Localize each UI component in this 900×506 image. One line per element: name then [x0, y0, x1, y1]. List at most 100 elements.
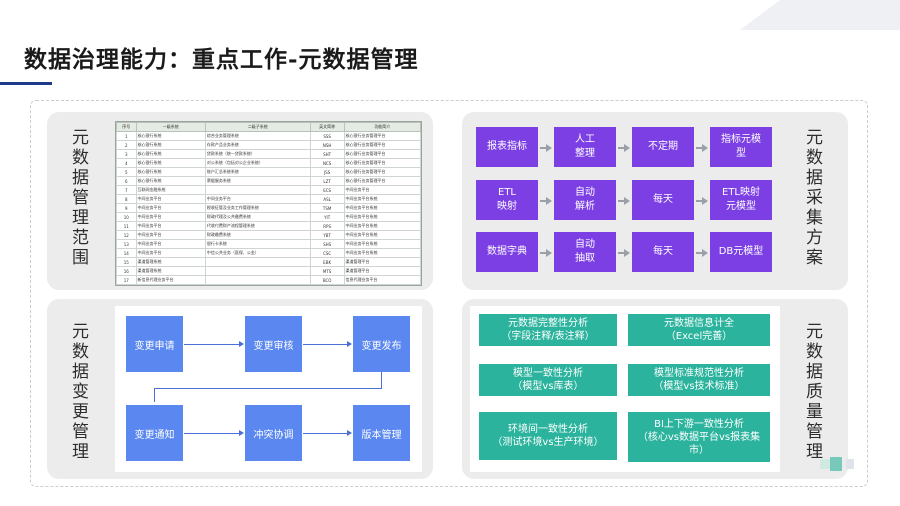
table-header: 序号 [116, 122, 137, 132]
table-header: 功能简介 [343, 122, 421, 132]
change-apply-box: 变更申请 [126, 316, 183, 372]
table-cell: 贷款系统（统一贷款系统） [204, 149, 311, 159]
table-cell: BCO [309, 275, 345, 285]
table-cell: 渠道管理平台 [343, 266, 421, 276]
collect-box: 每天 [632, 180, 694, 220]
table-cell: LZT [309, 176, 345, 186]
collect-arrow [696, 197, 708, 205]
table-cell: NCS [309, 158, 345, 168]
connector-publish-down [381, 372, 382, 388]
table-cell: 中间业务平台 [135, 203, 206, 213]
quality-item: 环境间一致性分析 （测试环境vs生产环境） [479, 412, 617, 460]
table-cell: 核心银行系统 [135, 149, 206, 159]
table-cell [204, 284, 311, 285]
table-cell: 中间业务平台 [135, 194, 206, 204]
table-row: 12 中间业务平台 财政缴费系统 YBT 中间业务平台系统 [116, 230, 421, 240]
table-cell: ASL [309, 194, 345, 204]
arrow-review-publish [303, 341, 352, 347]
collect-arrow [540, 144, 552, 152]
table-cell: 核心银行业务管理平台 [343, 176, 421, 186]
table-cell: 中间业务平台系统 [343, 230, 421, 240]
table-cell: 票据服务系统 [204, 176, 311, 186]
table-row: 2 核心银行系统 存款产品业务系统 NSH 核心银行业务管理平台 [116, 140, 421, 150]
table-cell [204, 266, 311, 276]
system-table: 序号 一级系统 二级子系统 英文简称 功能简介 1 核心银行系统 综合业务管理系统 SSS 核心… [115, 121, 422, 286]
table-cell: 11 [116, 221, 137, 231]
table-cell: 中间业务平台系统 [343, 194, 421, 204]
table-cell: 核心银行业务管理平台 [343, 149, 421, 159]
change-review-box: 变更审核 [245, 316, 302, 372]
change-publish-box: 变更发布 [353, 316, 410, 372]
table-cell: 6 [116, 176, 137, 186]
quality-item: 元数据完整性分析 （字段注释/表注释） [479, 314, 617, 346]
table-cell: 代收付费财产流程管理系统 [204, 221, 311, 231]
table-cell: 核心银行业务管理平台 [343, 158, 421, 168]
table-cell: 中间业务平台系统 [343, 239, 421, 249]
table-cell: YIT [309, 212, 345, 222]
collect-box: 每天 [632, 232, 694, 272]
table-cell: 8 [116, 194, 137, 204]
table-cell: 中间业务平台 [135, 230, 206, 240]
table-cell: 中间业务平台 [135, 212, 206, 222]
table-row: 17 新信息代理业务平台 BCO 信息代理业务平台 [116, 275, 421, 285]
table-cell: 中间业务平台 [135, 221, 206, 231]
table-cell: 综合业务管理系统 [204, 131, 311, 141]
change-notify-box: 变更通知 [126, 405, 183, 461]
table-row: 14 中间业务平台 中信公共业务（医保、公金） CSC 中间业务平台系统 [116, 248, 421, 258]
table-row: 5 核心银行系统 账户汇总系统系统 JSS 核心银行业务管理平台 [116, 167, 421, 177]
table-cell: 12 [116, 230, 137, 240]
collect-box: 报表指标 [476, 127, 538, 167]
collect-box: 自动 解析 [554, 180, 616, 220]
table-cell: SSS [309, 131, 345, 141]
table-cell: 核心银行系统 [135, 176, 206, 186]
table-row: 11 中间业务平台 代收付费财产流程管理系统 RPS 中间业务平台系统 [116, 221, 421, 231]
collect-arrow [696, 144, 708, 152]
table-cell: 核心银行业务管理平台 [343, 140, 421, 150]
table-cell: 2 [116, 140, 137, 150]
title-underline [0, 82, 52, 85]
connector-return [154, 388, 382, 389]
connector-notify-down [154, 388, 155, 402]
table-cell: 财政缴费系统 [204, 230, 311, 240]
table-cell: CMS [309, 284, 345, 285]
page-title: 数据治理能力：重点工作-元数据管理 [24, 46, 419, 73]
table-cell: 中间业务平台系统 [343, 212, 421, 222]
table-cell: SHS [309, 239, 345, 249]
table-cell: 中间业务平台系统 [343, 203, 421, 213]
collect-arrow [696, 249, 708, 257]
table-cell: 核心银行业务管理平台 [343, 131, 421, 141]
table-cell: 核心银行系统 [135, 158, 206, 168]
collect-box: 人工 整理 [554, 127, 616, 167]
collect-box: ETL映射 元模型 [710, 180, 772, 220]
table-cell: 14 [116, 248, 137, 258]
table-cell: 账户汇总系统系统 [204, 167, 311, 177]
table-cell: 渠道管理系统 [135, 257, 206, 267]
table-row: 18数据管理系统 CMS数据管理系统平台 [116, 284, 421, 285]
collect-box: 不定期 [632, 127, 694, 167]
table-header: 英文简称 [309, 122, 345, 132]
table-row: 13 中间业务平台 银行卡系统 SHS 中间业务平台系统 [116, 239, 421, 249]
table-cell: RPS [309, 221, 345, 231]
collect-box: DB元模型 [710, 232, 772, 272]
table-cell: NSH [309, 140, 345, 150]
table-cell: 中信公共业务（医保、公金） [204, 248, 311, 258]
table-cell: 财政代理及公共缴费系统 [204, 212, 311, 222]
table-row: 16 渠道管理系统 MTS 渠道管理平台 [116, 266, 421, 276]
table-cell: MTS [309, 266, 345, 276]
collect-arrow [618, 144, 630, 152]
table-cell: YBT [309, 230, 345, 240]
table-cell: 互联网金融系统 [135, 185, 206, 195]
table-cell: 16 [116, 266, 137, 276]
table-cell [204, 257, 311, 267]
table-cell: ECS [309, 185, 345, 195]
arrow-apply-review [184, 341, 244, 347]
collect-arrow [540, 197, 552, 205]
table-cell: 新信息代理业务平台 [135, 275, 206, 285]
table-cell: 核心银行系统 [135, 131, 206, 141]
arrow-notify-conflict [184, 430, 244, 436]
table-header: 一级系统 [135, 122, 206, 132]
arrow-conflict-version [303, 430, 352, 436]
table-row: 3 核心银行系统 贷款系统（统一贷款系统） SHT 核心银行业务管理平台 [116, 149, 421, 159]
table-cell: 存款产品业务系统 [204, 140, 311, 150]
table-cell: 信息代理业务平台 [343, 275, 421, 285]
